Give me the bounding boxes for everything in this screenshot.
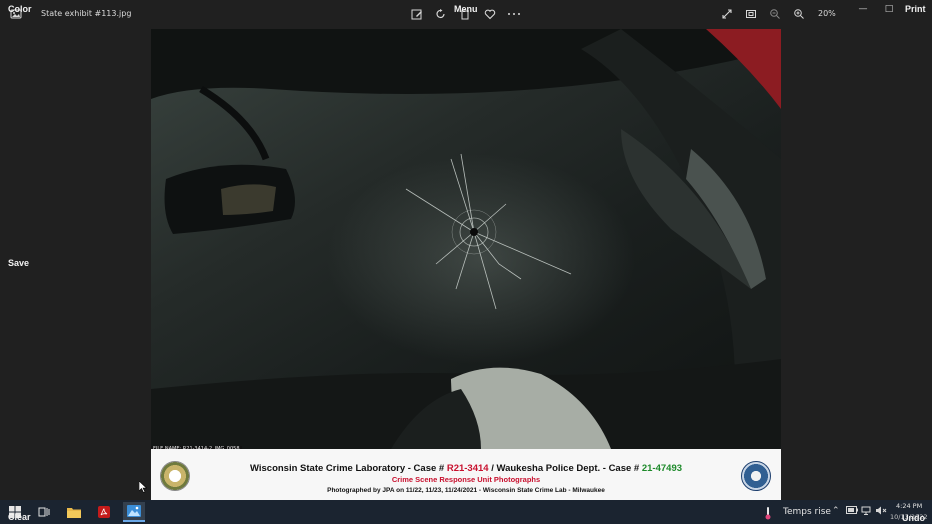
- evidence-photo: [151, 29, 781, 449]
- clear-label: Clear: [8, 512, 31, 522]
- minimize-button[interactable]: —: [857, 4, 869, 14]
- battery-icon[interactable]: [846, 506, 858, 517]
- edit-image-icon[interactable]: [409, 6, 425, 22]
- favorite-icon[interactable]: [482, 6, 498, 22]
- acrobat-reader-icon[interactable]: [93, 502, 115, 522]
- zoom-in-icon[interactable]: [791, 6, 807, 22]
- lab-case-number: R21-3414: [446, 463, 489, 474]
- menu-label: Menu: [454, 4, 478, 14]
- waukesha-police-seal-logo: [741, 461, 771, 491]
- chevron-up-icon[interactable]: ⌃: [832, 506, 840, 516]
- file-explorer-icon[interactable]: [63, 502, 85, 522]
- zoom-out-icon[interactable]: [767, 6, 783, 22]
- undo-label: Undo: [902, 513, 925, 523]
- photos-taskbar-icon[interactable]: [123, 502, 145, 522]
- actual-size-icon[interactable]: [743, 6, 759, 22]
- unit-line: Crime Scene Response Unit Photographs: [391, 475, 541, 484]
- rotate-icon[interactable]: [433, 6, 449, 22]
- weather-widget[interactable]: Temps rise: [783, 507, 831, 517]
- lab-label: Wisconsin State Crime Laboratory - Case …: [249, 463, 447, 474]
- file-title: State exhibit #113.jpg: [41, 9, 132, 18]
- case-line: Wisconsin State Crime Laboratory - Case …: [151, 463, 781, 474]
- photographer-line: Photographed by JPA on 11/22, 11/23, 11/…: [327, 487, 605, 494]
- clock-time[interactable]: 4:24 PM: [896, 502, 922, 510]
- color-label: Color: [8, 4, 32, 14]
- save-label: Save: [8, 258, 30, 268]
- police-case-number: 21-47493: [641, 463, 683, 474]
- more-options-icon[interactable]: [506, 6, 522, 22]
- fullscreen-icon[interactable]: [719, 6, 735, 22]
- maximize-button[interactable]: □: [883, 4, 895, 14]
- volume-mute-icon[interactable]: [876, 506, 887, 518]
- zoom-level[interactable]: 20%: [818, 9, 836, 18]
- network-icon[interactable]: [861, 506, 871, 518]
- mouse-cursor-icon: [138, 478, 148, 497]
- photos-app-window: State exhibit #113.jpg Color Menu 20% — …: [0, 0, 932, 524]
- police-label: / Waukesha Police Dept. - Case #: [488, 463, 642, 474]
- evidence-caption: Wisconsin State Crime Laboratory - Case …: [151, 449, 781, 500]
- task-view-icon[interactable]: [33, 502, 55, 522]
- thermometer-icon[interactable]: [764, 506, 772, 523]
- print-label: Print: [905, 4, 926, 14]
- title-bar: State exhibit #113.jpg Color Menu 20% — …: [0, 0, 932, 29]
